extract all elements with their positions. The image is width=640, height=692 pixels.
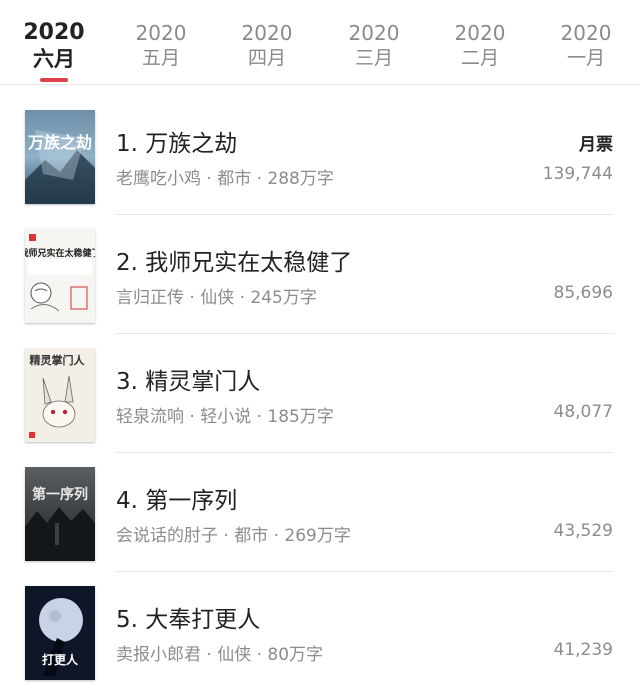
- month-tabs: 2020 六月 2020 五月 2020 四月 2020 三月 2020 二月 …: [0, 0, 640, 85]
- book-meta: 言归正传 · 仙侠 · 245万字: [116, 288, 317, 308]
- tab-year: 2020: [454, 21, 506, 45]
- book-meta: 卖报小郎君 · 仙侠 · 80万字: [116, 645, 324, 665]
- tab-2020-april[interactable]: 2020 四月: [227, 20, 307, 70]
- tab-2020-june[interactable]: 2020 六月: [14, 20, 94, 82]
- tab-year: 2020: [135, 21, 187, 45]
- cover-title: 我师兄实在太稳健了: [25, 247, 95, 259]
- monthly-ticket-label: 月票: [579, 135, 613, 155]
- tab-year: 2020: [23, 20, 85, 45]
- active-tab-indicator: [40, 78, 68, 82]
- cover-title: 打更人: [42, 652, 79, 667]
- cover-title: 第一序列: [32, 486, 88, 503]
- book-row-5[interactable]: 打更人 5. 大奉打更人 卖报小郎君 · 仙侠 · 80万字 41,239: [0, 572, 640, 691]
- tab-month: 一月: [566, 47, 605, 69]
- tab-year: 2020: [241, 21, 293, 45]
- monthly-votes: 139,744: [542, 164, 613, 184]
- monthly-votes: 85,696: [553, 283, 613, 303]
- monthly-votes: 43,529: [553, 521, 613, 541]
- book-row-1[interactable]: 万族之劫 1. 万族之劫 老鹰吃小鸡 · 都市 · 288万字 月票 139,7…: [0, 96, 640, 215]
- tab-month: 二月: [460, 47, 499, 69]
- book-cover: 第一序列: [25, 467, 95, 561]
- book-row-2[interactable]: 我师兄实在太稳健了 2. 我师兄实在太稳健了 言归正传 · 仙侠 · 245万字…: [0, 215, 640, 334]
- book-row-3[interactable]: 精灵掌门人 3. 精灵掌门人 轻泉流响 · 轻小说 · 185万字 48,077: [0, 334, 640, 453]
- book-meta: 老鹰吃小鸡 · 都市 · 288万字: [116, 169, 334, 189]
- tab-2020-february[interactable]: 2020 二月: [440, 20, 520, 70]
- monthly-votes: 48,077: [553, 402, 613, 422]
- book-title: 2. 我师兄实在太稳健了: [116, 250, 353, 276]
- book-meta: 轻泉流响 · 轻小说 · 185万字: [116, 407, 334, 427]
- book-cover: 精灵掌门人: [25, 348, 95, 442]
- book-title: 4. 第一序列: [116, 488, 238, 514]
- book-title: 3. 精灵掌门人: [116, 369, 261, 395]
- book-title: 1. 万族之劫: [116, 131, 238, 157]
- book-cover: 万族之劫: [25, 110, 95, 204]
- book-meta: 会说话的肘子 · 都市 · 269万字: [116, 526, 351, 546]
- tab-year: 2020: [560, 21, 612, 45]
- tab-month: 三月: [354, 47, 393, 69]
- tab-month: 四月: [247, 47, 286, 69]
- book-row-4[interactable]: 第一序列 4. 第一序列 会说话的肘子 · 都市 · 269万字 43,529: [0, 453, 640, 572]
- book-cover: 我师兄实在太稳健了: [25, 229, 95, 323]
- tab-2020-may[interactable]: 2020 五月: [121, 20, 201, 70]
- book-title: 5. 大奉打更人: [116, 607, 261, 633]
- tab-2020-january[interactable]: 2020 一月: [546, 20, 626, 70]
- tab-2020-march[interactable]: 2020 三月: [334, 20, 414, 70]
- cover-title: 精灵掌门人: [30, 353, 86, 367]
- cover-title: 万族之劫: [27, 133, 92, 152]
- tab-month: 六月: [33, 47, 75, 71]
- tab-year: 2020: [348, 21, 400, 45]
- book-cover: 打更人: [25, 586, 95, 680]
- monthly-votes: 41,239: [553, 640, 613, 660]
- tab-month: 五月: [141, 47, 180, 69]
